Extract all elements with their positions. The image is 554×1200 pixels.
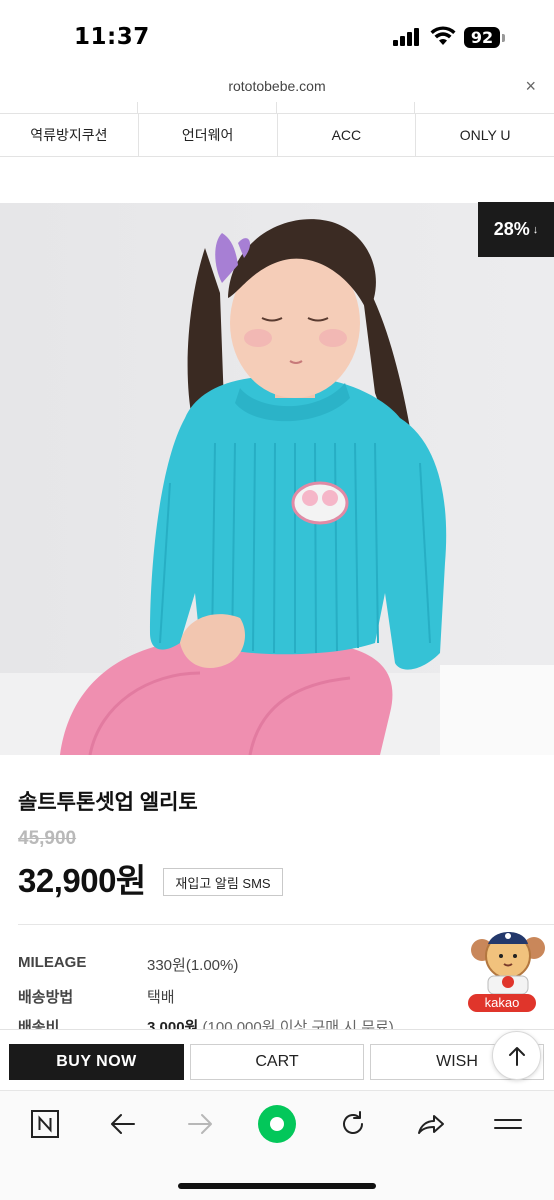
status-bar: 11:37 92 [0, 0, 554, 72]
kakao-chat-button[interactable]: kakao [466, 926, 548, 1016]
scroll-to-top-button[interactable] [492, 1031, 541, 1080]
shipping-method-label: 배송방법 [18, 989, 74, 1006]
discount-arrow-icon: ↓ [532, 223, 539, 236]
reload-icon [343, 1111, 363, 1134]
kakao-label: kakao [468, 994, 536, 1012]
category-item-underwear[interactable]: 언더웨어 [139, 114, 278, 156]
mileage-value: 330원(1.00%) [147, 957, 239, 974]
naver-green-dot-button[interactable] [256, 1104, 298, 1144]
discount-badge: 28% ↓ [478, 202, 554, 257]
green-dot-icon [258, 1105, 296, 1143]
wifi-icon [430, 26, 456, 45]
arrow-right-icon [188, 1114, 212, 1134]
cellular-signal-icon [393, 28, 423, 46]
share-icon [418, 1115, 444, 1134]
menu-button[interactable] [490, 1108, 526, 1140]
product-photo-illustration [0, 203, 554, 755]
category-item-only-u[interactable]: ONLY U [416, 114, 554, 156]
category-nav: 역류방지쿠션 언더웨어 ACC ONLY U [0, 114, 554, 157]
cart-button[interactable]: CART [190, 1044, 364, 1080]
status-time: 11:37 [74, 24, 150, 50]
naver-home-button[interactable] [27, 1108, 63, 1140]
hamburger-menu-icon [494, 1119, 522, 1129]
category-item-acc[interactable]: ACC [278, 114, 417, 156]
battery-indicator: 92 [464, 27, 500, 48]
close-icon[interactable]: × [525, 76, 536, 97]
category-row-partial [0, 102, 554, 114]
discount-value: 28% [493, 219, 530, 239]
divider [18, 924, 554, 925]
shipping-method-value: 택배 [147, 989, 175, 1006]
arrow-left-icon [111, 1114, 135, 1134]
buy-now-button[interactable]: BUY NOW [9, 1044, 184, 1080]
category-item-anti-reflux-cushion[interactable]: 역류방지쿠션 [0, 114, 139, 156]
original-price: 45,900 [18, 828, 77, 849]
back-button[interactable] [105, 1108, 141, 1140]
url-bar[interactable]: rototobebe.com × [0, 72, 554, 102]
share-button[interactable] [413, 1108, 449, 1140]
forward-button[interactable] [182, 1108, 218, 1140]
product-image[interactable] [0, 203, 554, 755]
home-indicator [178, 1183, 376, 1189]
restock-sms-alert-button[interactable]: 재입고 알림 SMS [163, 868, 283, 896]
mileage-label: MILEAGE [18, 954, 87, 971]
product-name: 솔트투톤셋업 엘리토 [18, 791, 198, 814]
sale-price: 32,900원 [18, 862, 146, 899]
url-text: rototobebe.com [228, 78, 326, 94]
battery-tip [502, 34, 505, 42]
purchase-action-bar: BUY NOW CART WISH [0, 1029, 554, 1090]
reload-button[interactable] [335, 1108, 371, 1140]
arrow-up-icon [508, 1046, 525, 1066]
naver-n-icon [31, 1110, 59, 1138]
